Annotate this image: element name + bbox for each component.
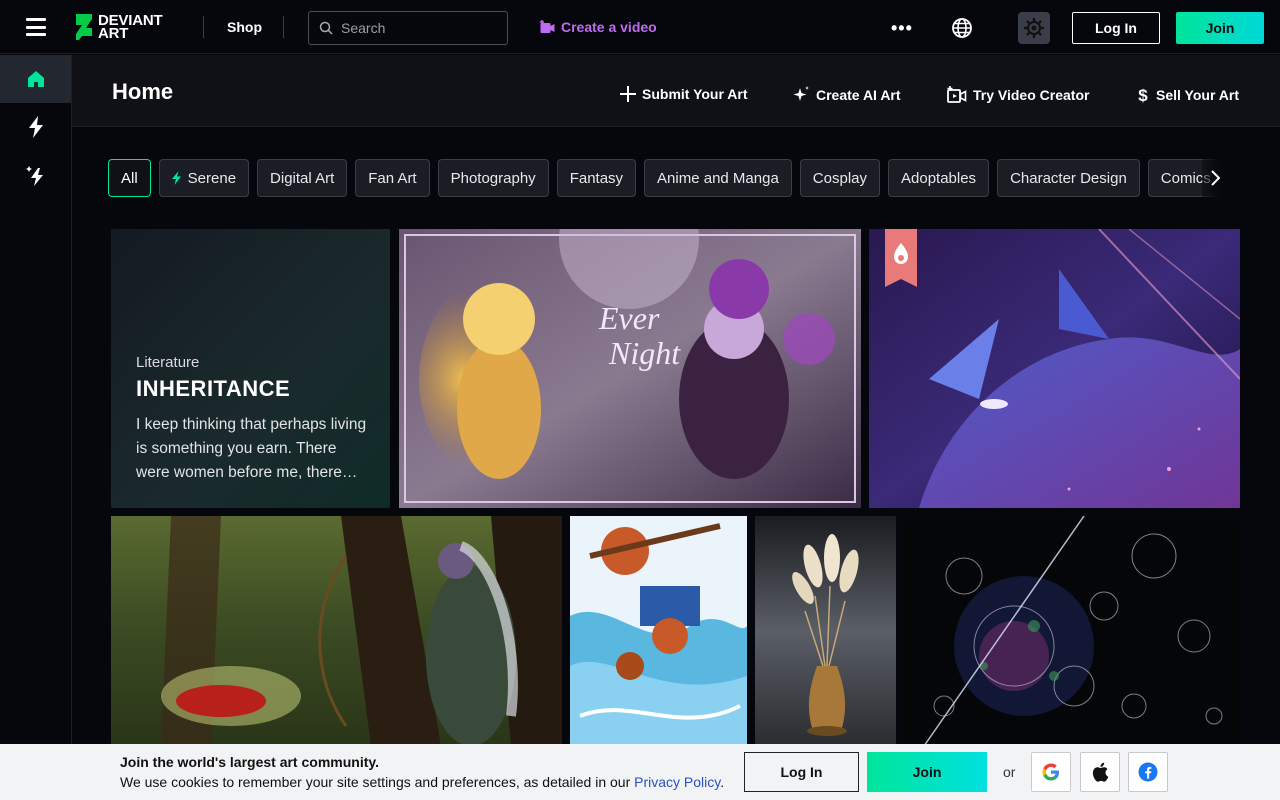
shop-link[interactable]: Shop <box>227 19 262 35</box>
menu-icon[interactable] <box>26 18 46 36</box>
chip-fan-art[interactable]: Fan Art <box>355 159 430 197</box>
artwork-thumbnail[interactable] <box>570 516 747 746</box>
literature-card[interactable]: Literature INHERITANCE I keep thinking t… <box>111 229 390 508</box>
google-icon <box>1042 763 1059 781</box>
literature-title: INHERITANCE <box>136 376 291 401</box>
apple-signin-button[interactable] <box>1080 752 1120 792</box>
sell-art-label: Sell Your Art <box>1156 87 1239 103</box>
lightning-icon <box>28 116 43 138</box>
try-video-creator-button[interactable]: Try Video Creator <box>947 86 1089 104</box>
try-video-creator-label: Try Video Creator <box>973 87 1090 103</box>
privacy-policy-link[interactable]: Privacy Policy <box>634 774 720 790</box>
artwork-image <box>869 229 1240 508</box>
login-button[interactable]: Log In <box>1072 12 1160 44</box>
svg-text:$: $ <box>1138 86 1148 104</box>
artwork-image <box>111 516 562 746</box>
deviantart-logo[interactable]: DEVIANT ART <box>74 12 163 42</box>
dollar-icon: $ <box>1138 86 1148 104</box>
facebook-icon <box>1138 762 1158 782</box>
facebook-signin-button[interactable] <box>1128 752 1168 792</box>
page-title: Home <box>112 79 174 104</box>
cookie-text-period: . <box>720 774 725 790</box>
sell-art-button[interactable]: $ Sell Your Art <box>1136 86 1239 104</box>
literature-category: Literature <box>136 354 200 371</box>
cookie-title: Join the world's largest art community. <box>120 754 380 770</box>
left-sidebar <box>0 55 72 800</box>
home-icon <box>27 71 44 87</box>
video-plus-icon <box>947 86 967 103</box>
artwork-thumbnail[interactable] <box>755 516 896 746</box>
chips-next-button[interactable] <box>1202 159 1248 197</box>
video-plus-icon <box>540 20 555 33</box>
artwork-thumbnail[interactable] <box>904 516 1240 746</box>
chip-character-design[interactable]: Character Design <box>997 159 1140 197</box>
search-icon <box>319 21 333 35</box>
google-signin-button[interactable] <box>1031 752 1071 792</box>
sidebar-item-lightning[interactable] <box>0 103 71 151</box>
literature-excerpt: I keep thinking that perhaps living is s… <box>136 416 367 481</box>
apple-icon <box>1092 762 1109 782</box>
avatar-placeholder[interactable] <box>1018 12 1050 44</box>
chip-serene[interactable]: Serene <box>158 159 250 197</box>
chip-fantasy[interactable]: Fantasy <box>556 159 637 197</box>
sparkles-icon <box>793 86 809 101</box>
premium-badge-icon <box>885 229 917 287</box>
top-bar: DEVIANT ART Shop Create a video ••• Log … <box>0 0 1280 54</box>
artwork-image <box>570 516 747 746</box>
submit-art-button[interactable]: Submit Your Art <box>620 86 748 102</box>
sparkle-bolt-icon <box>25 166 43 186</box>
search-input[interactable] <box>341 20 501 36</box>
sidebar-item-ai[interactable] <box>0 151 71 199</box>
join-button[interactable]: Join <box>1176 12 1264 44</box>
chip-digital-art[interactable]: Digital Art <box>257 159 348 197</box>
create-ai-art-label: Create AI Art <box>816 87 901 103</box>
create-video-link[interactable]: Create a video <box>540 19 657 35</box>
submit-art-label: Submit Your Art <box>642 86 748 102</box>
cookie-join-button[interactable]: Join <box>867 752 987 792</box>
more-options-icon[interactable]: ••• <box>891 18 913 39</box>
cookie-login-button[interactable]: Log In <box>744 752 859 792</box>
chip-adoptables[interactable]: Adoptables <box>888 159 990 197</box>
cookie-banner: Join the world's largest art community. … <box>0 744 1280 800</box>
sidebar-item-home[interactable] <box>0 55 71 103</box>
chevron-right-icon <box>1211 170 1220 186</box>
topic-chips: All Serene Digital Art Fan Art Photograp… <box>108 159 1248 197</box>
artwork-thumbnail[interactable] <box>111 516 562 746</box>
artwork-image: Ever Night <box>399 229 861 508</box>
chip-cosplay[interactable]: Cosplay <box>799 159 880 197</box>
chip-label: Serene <box>187 169 237 187</box>
artwork-image <box>904 516 1240 746</box>
chip-anime-manga[interactable]: Anime and Manga <box>644 159 792 197</box>
chip-photography[interactable]: Photography <box>437 159 549 197</box>
plus-icon <box>620 86 636 102</box>
artwork-image <box>755 516 896 746</box>
lightning-icon <box>171 171 181 185</box>
or-label: or <box>1003 764 1016 780</box>
home-header: Home Submit Your Art Create AI Art Try V… <box>72 55 1280 127</box>
create-ai-art-button[interactable]: Create AI Art <box>792 86 901 104</box>
artwork-thumbnail[interactable]: Ever Night <box>399 229 861 508</box>
cookie-text: We use cookies to remember your site set… <box>120 774 724 790</box>
deviantart-mark-icon <box>76 14 92 40</box>
divider <box>203 16 204 38</box>
divider <box>283 16 284 38</box>
search-box[interactable] <box>308 11 508 45</box>
svg-text:Night: Night <box>608 335 681 371</box>
create-video-label: Create a video <box>561 19 657 35</box>
artwork-thumbnail[interactable] <box>869 229 1240 508</box>
globe-icon[interactable] <box>951 17 973 39</box>
svg-text:Ever: Ever <box>598 300 660 336</box>
cookie-text-body: We use cookies to remember your site set… <box>120 774 635 790</box>
gear-icon <box>1024 18 1044 38</box>
chip-all[interactable]: All <box>108 159 151 197</box>
